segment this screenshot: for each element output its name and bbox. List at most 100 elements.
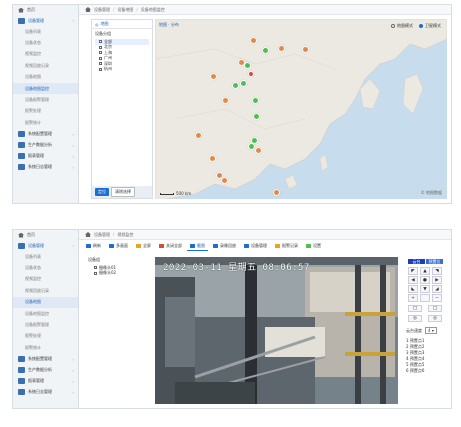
checkbox[interactable] (99, 67, 102, 71)
sidebar-item[interactable]: 设备状态 (13, 262, 78, 273)
ptz-button[interactable]: ◤ (408, 267, 418, 275)
sidebar-item[interactable]: 报警统计 (13, 342, 78, 353)
sidebar-item[interactable]: 设备管理 › (13, 15, 78, 26)
sidebar-item[interactable]: 系统配置管理 › (13, 354, 78, 365)
checkbox[interactable] (99, 51, 102, 55)
iris-button[interactable]: ◎ (408, 315, 422, 322)
sidebar-item[interactable]: 生产数据分析 › (13, 140, 78, 151)
sidebar-item[interactable]: 设备地图监控 (13, 308, 78, 319)
toolbar-tab[interactable]: 截图 (187, 242, 208, 251)
checkbox[interactable] (94, 266, 97, 270)
speed-select[interactable]: 4 ▾ (425, 327, 437, 334)
sidebar-item[interactable]: 设备列表 (13, 251, 78, 262)
checkbox[interactable] (99, 45, 102, 49)
sidebar-home[interactable]: 首页 (13, 230, 78, 240)
sidebar-item[interactable]: 报表管理 › (13, 151, 78, 162)
sidebar-item[interactable]: 设备地图 (13, 72, 78, 83)
breadcrumb-item[interactable]: 设备地图 (117, 7, 133, 13)
toolbar-tab[interactable]: 全屏 (133, 242, 154, 250)
sidebar-item[interactable]: 视频监控 (13, 274, 78, 285)
tree-node[interactable]: 杭州 (95, 66, 149, 73)
focus-button[interactable]: □ (428, 305, 442, 312)
checkbox[interactable] (99, 40, 102, 44)
iris-button[interactable]: ◎ (428, 315, 442, 322)
map-marker[interactable] (210, 73, 217, 80)
sidebar-item[interactable]: 系统日志管理 › (13, 387, 78, 398)
ptz-button[interactable]: + (408, 294, 418, 302)
sidebar-item[interactable]: 设备地图 (13, 296, 78, 308)
zoom-button[interactable]: □ (408, 305, 422, 312)
map-marker[interactable] (209, 155, 216, 162)
ptz-button[interactable] (420, 294, 430, 302)
sidebar-item[interactable]: 设备状态 (13, 37, 78, 48)
sidebar-item[interactable]: 设备列表 (13, 26, 78, 37)
sidebar-item[interactable]: 视频回放记录 (13, 60, 78, 71)
ptz-button[interactable]: ● (420, 276, 430, 284)
checkbox[interactable] (99, 56, 102, 60)
sidebar-item[interactable]: 报警处理 (13, 331, 78, 342)
map-marker[interactable] (252, 97, 259, 104)
map-marker[interactable] (221, 177, 228, 184)
map-marker[interactable] (262, 47, 269, 54)
sidebar-home[interactable]: 首页 (13, 5, 78, 15)
breadcrumb-item[interactable]: 设备地图监控 (141, 7, 165, 13)
map-marker[interactable] (302, 46, 309, 53)
breadcrumb-item[interactable]: 设备管理 (94, 7, 110, 13)
toolbar-tab[interactable]: 录像回放 (210, 242, 239, 250)
checkbox[interactable] (94, 271, 97, 275)
satellite-mode-toggle[interactable]: 卫星模式 (419, 23, 441, 29)
toolbar-tab[interactable]: 设备管理 (241, 242, 270, 250)
toolbar-tab[interactable]: 多画面 (106, 242, 131, 250)
video-player[interactable]: 2022-03-11 星期五 08:06:57 (155, 257, 398, 404)
device-map[interactable]: 地图 · 分布 地图模式 卫星模式 500 km © 地图数据 (155, 19, 447, 199)
map-marker[interactable] (255, 147, 262, 154)
sidebar-item[interactable]: 系统配置管理 › (13, 129, 78, 140)
map-marker[interactable] (278, 45, 285, 52)
sidebar-item[interactable]: 生产数据分析 › (13, 365, 78, 376)
map-marker[interactable] (248, 143, 255, 150)
sidebar-item[interactable]: 报警统计 (13, 117, 78, 128)
tree-node[interactable]: 摄像头02 (88, 270, 142, 277)
clear-selection-button[interactable]: 清除选择 (111, 187, 135, 197)
ptz-button[interactable]: ◥ (432, 267, 442, 275)
sidebar-item[interactable]: 系统日志管理 › (13, 162, 78, 173)
locate-button[interactable]: 定位 (95, 188, 109, 196)
sidebar-item[interactable]: 设备管理 › (13, 240, 78, 251)
toolbar-tab[interactable]: 设置 (303, 242, 324, 250)
map-marker[interactable] (244, 62, 251, 69)
tab-ptz[interactable]: 云台 (408, 259, 425, 264)
map-marker[interactable] (253, 113, 260, 120)
preset-item[interactable]: 6 预置点6 (406, 368, 449, 374)
tree-root[interactable]: 设备组 (88, 257, 142, 263)
ptz-button[interactable]: − (432, 294, 442, 302)
map-marker[interactable] (248, 71, 254, 77)
sidebar-item[interactable]: 设备报警管理 (13, 319, 78, 330)
ptz-button[interactable]: ▶ (432, 276, 442, 284)
breadcrumb-item[interactable]: 设备管理 (94, 232, 110, 238)
map-marker[interactable] (250, 37, 257, 44)
toolbar-tab[interactable]: 刷新 (83, 242, 104, 250)
tree-root[interactable]: 设备分组 (95, 31, 149, 37)
sidebar-item[interactable]: 视频监控 (13, 49, 78, 60)
tab-presets[interactable]: 预置位 (426, 259, 443, 264)
map-mode-toggle[interactable]: 地图模式 (391, 23, 413, 29)
sidebar-item[interactable]: 设备地图监控 (13, 82, 78, 95)
map-marker[interactable] (240, 80, 247, 87)
sidebar-item[interactable]: 报警处理 (13, 106, 78, 117)
ptz-button[interactable]: ▼ (420, 285, 430, 293)
checkbox[interactable] (99, 62, 102, 66)
sidebar-item[interactable]: 视频回放记录 (13, 285, 78, 296)
sidebar-item[interactable]: 设备报警管理 (13, 94, 78, 105)
breadcrumb-item[interactable]: 视频监控 (117, 232, 133, 238)
map-marker[interactable] (273, 189, 280, 196)
ptz-button[interactable]: ◀ (408, 276, 418, 284)
ptz-button[interactable]: ▲ (420, 267, 430, 275)
map-marker[interactable] (195, 132, 202, 139)
ptz-button[interactable]: ◢ (432, 285, 442, 293)
map-marker[interactable] (222, 97, 229, 104)
toolbar-tab[interactable]: 关闭全部 (156, 242, 185, 250)
sidebar-item[interactable]: 报表管理 › (13, 376, 78, 387)
toolbar-tab[interactable]: 报警记录 (272, 242, 301, 250)
ptz-button[interactable]: ◣ (408, 285, 418, 293)
map-marker[interactable] (232, 82, 239, 89)
